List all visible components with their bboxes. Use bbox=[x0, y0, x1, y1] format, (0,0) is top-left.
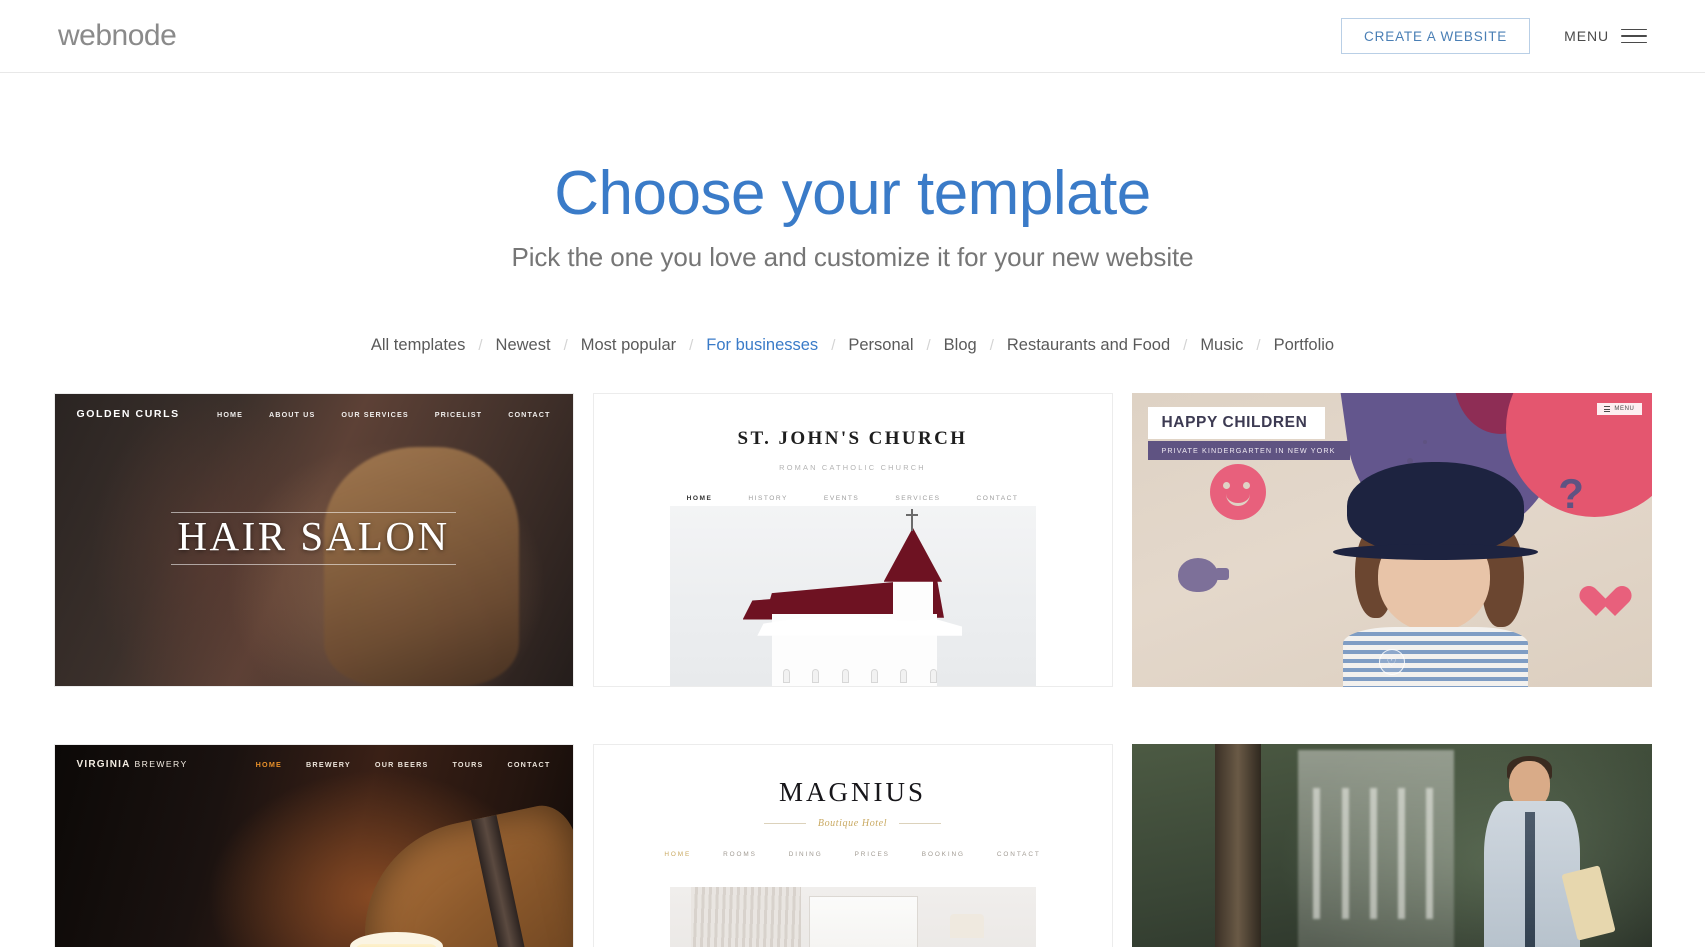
template-nav-item: CONTACT bbox=[996, 851, 1041, 859]
template-card-hair-salon[interactable]: GOLDEN CURLS HOME ABOUT US OUR SERVICES … bbox=[53, 393, 574, 688]
template-card-magnius-hotel[interactable]: MAGNIUS Boutique Hotel HOME ROOMS DINING… bbox=[592, 744, 1113, 947]
template-nav-item: HOME bbox=[664, 851, 692, 859]
lightbulb-icon bbox=[1178, 557, 1230, 592]
template-brand: GOLDEN CURLS bbox=[76, 408, 180, 421]
webnode-logo[interactable]: webnode bbox=[58, 21, 177, 51]
template-title-block: HAPPY CHILDREN PRIVATE KINDERGARTEN IN N… bbox=[1147, 407, 1350, 461]
rule-right bbox=[899, 823, 942, 825]
template-brand-light: BREWERY bbox=[134, 759, 188, 770]
filter-separator: / bbox=[1183, 337, 1188, 355]
template-tagline: ROMAN CATHOLIC CHURCH bbox=[779, 463, 926, 473]
template-card-st-johns-church[interactable]: ST. JOHN'S CHURCH ROMAN CATHOLIC CHURCH … bbox=[592, 393, 1113, 688]
template-nav-item: SERVICES bbox=[895, 495, 941, 503]
page-title: Choose your template bbox=[554, 159, 1151, 228]
filter-separator: / bbox=[831, 337, 836, 355]
template-nav-item: EVENTS bbox=[823, 495, 860, 503]
template-hero-image bbox=[1475, 755, 1616, 947]
template-nav-bar: GOLDEN CURLS HOME ABOUT US OUR SERVICES … bbox=[55, 394, 573, 420]
menu-toggle[interactable]: MENU bbox=[1564, 28, 1647, 44]
menu-label: MENU bbox=[1564, 28, 1609, 44]
template-nav-item: HISTORY bbox=[748, 495, 788, 503]
question-mark-icon: ? bbox=[1558, 469, 1584, 517]
filter-item-music[interactable]: Music bbox=[1200, 336, 1243, 355]
filter-separator: / bbox=[1256, 337, 1261, 355]
template-nav-item: CONTACT bbox=[508, 409, 551, 419]
template-nav-item: OUR BEERS bbox=[374, 760, 429, 770]
hamburger-icon bbox=[1604, 406, 1611, 412]
smiley-face-icon bbox=[1209, 463, 1266, 520]
template-tagline: Boutique Hotel bbox=[817, 818, 888, 830]
template-brand-bold: VIRGINIA bbox=[76, 759, 131, 771]
template-nav-links: HOME HISTORY EVENTS SERVICES CONTACT bbox=[594, 495, 1112, 502]
filter-item-for-businesses[interactable]: For businesses bbox=[706, 336, 818, 355]
cross-icon bbox=[907, 509, 917, 532]
filter-item-newest[interactable]: Newest bbox=[496, 336, 551, 355]
template-nav-item: HOME bbox=[686, 495, 713, 503]
template-nav-item: ROOMS bbox=[723, 851, 757, 859]
filter-separator: / bbox=[989, 337, 994, 355]
template-preview-header: GOLDEN CURLS HOME ABOUT US OUR SERVICES … bbox=[55, 394, 573, 420]
filter-item-blog[interactable]: Blog bbox=[944, 336, 977, 355]
template-headline-wrap: HAIR SALON bbox=[55, 512, 573, 566]
template-menu-badge: MENU bbox=[1597, 403, 1642, 416]
template-nav-item: HOME bbox=[217, 409, 243, 419]
heart-shape-icon bbox=[1579, 587, 1615, 619]
hamburger-icon bbox=[1621, 28, 1647, 44]
template-hero-image bbox=[669, 887, 1036, 947]
hero-section: Choose your template Pick the one you lo… bbox=[0, 73, 1705, 273]
template-nav-item: PRICES bbox=[854, 851, 890, 859]
template-tagline-row: Boutique Hotel bbox=[594, 818, 1112, 829]
filter-separator: / bbox=[563, 337, 568, 355]
template-nav-links: HOME BREWERY OUR BEERS TOURS CONTACT bbox=[256, 760, 551, 769]
template-nav-item: OUR SERVICES bbox=[341, 409, 409, 419]
template-nav-item: DINING bbox=[788, 851, 823, 859]
tree-shape bbox=[1214, 744, 1262, 947]
template-brand: VIRGINIA BREWERY bbox=[77, 759, 188, 770]
filter-separator: / bbox=[478, 337, 483, 355]
template-preview-header: ST. JOHN'S CHURCH ROMAN CATHOLIC CHURCH … bbox=[594, 394, 1112, 502]
template-nav-bar: VIRGINIA BREWERY HOME BREWERY OUR BEERS … bbox=[55, 745, 573, 770]
filter-separator: / bbox=[926, 337, 931, 355]
filter-item-most-popular[interactable]: Most popular bbox=[581, 336, 676, 355]
filter-item-portfolio[interactable]: Portfolio bbox=[1274, 336, 1335, 355]
template-nav-item: BREWERY bbox=[306, 760, 351, 770]
template-card-microbrewery[interactable]: VIRGINIA BREWERY HOME BREWERY OUR BEERS … bbox=[53, 744, 574, 947]
template-brand: HAPPY CHILDREN bbox=[1147, 407, 1326, 440]
template-nav-links: HOME ABOUT US OUR SERVICES PRICELIST CON… bbox=[217, 410, 550, 419]
filter-item-all-templates[interactable]: All templates bbox=[371, 336, 465, 355]
template-tagline: PRIVATE KINDERGARTEN IN NEW YORK bbox=[1147, 441, 1350, 461]
template-hero-image bbox=[1333, 458, 1539, 688]
site-header: webnode CREATE A WEBSITE MENU bbox=[0, 0, 1705, 73]
template-nav-item: CONTACT bbox=[976, 495, 1019, 503]
template-nav-item: CONTACT bbox=[507, 760, 551, 770]
template-card-happy-children[interactable]: ? MENU HAPPY CHILDREN PRIVATE KINDERGART… bbox=[1131, 393, 1652, 688]
template-nav-item: HOME bbox=[255, 760, 283, 770]
rule-left bbox=[763, 823, 806, 825]
building-shape bbox=[1297, 749, 1454, 947]
template-headline: HAIR SALON bbox=[171, 512, 456, 566]
filter-item-personal[interactable]: Personal bbox=[848, 336, 913, 355]
template-nav-item: BOOKING bbox=[921, 851, 965, 859]
template-brand: MAGNIUS bbox=[778, 777, 926, 808]
template-category-filters: All templates / Newest / Most popular / For bu… bbox=[0, 336, 1705, 355]
create-a-website-button[interactable]: CREATE A WEBSITE bbox=[1341, 17, 1531, 55]
filter-item-restaurants-and-food[interactable]: Restaurants and Food bbox=[1007, 336, 1170, 355]
template-nav-item: PRICELIST bbox=[434, 409, 483, 419]
favorite-heart-button[interactable]: ♡ bbox=[1378, 649, 1405, 676]
template-menu-label: MENU bbox=[1614, 406, 1635, 413]
template-card-business-consultants[interactable]: BUSINESS CONSULTANTS Trust us to find th… bbox=[1131, 744, 1652, 947]
template-nav-item: TOURS bbox=[452, 760, 484, 770]
header-actions: CREATE A WEBSITE MENU bbox=[1341, 17, 1647, 55]
template-nav-item: ABOUT US bbox=[269, 409, 316, 419]
template-nav-links: HOME ROOMS DINING PRICES BOOKING CONTACT bbox=[594, 851, 1112, 858]
template-hero-image bbox=[669, 506, 1036, 687]
page-subtitle: Pick the one you love and customize it f… bbox=[511, 242, 1194, 273]
template-grid: GOLDEN CURLS HOME ABOUT US OUR SERVICES … bbox=[53, 393, 1652, 947]
template-brand: ST. JOHN'S CHURCH bbox=[737, 428, 968, 450]
filter-separator: / bbox=[689, 337, 694, 355]
